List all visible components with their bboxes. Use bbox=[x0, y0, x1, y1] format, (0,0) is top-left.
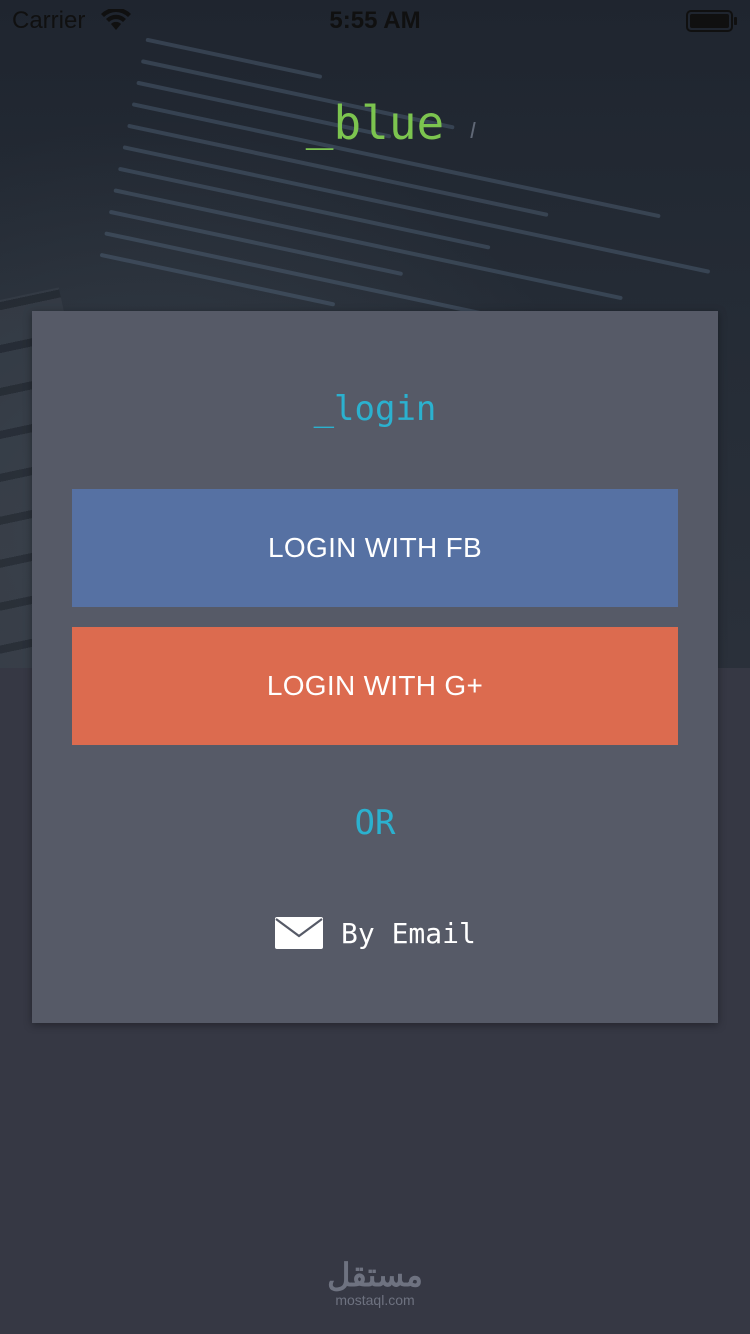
app-brand-title: _blue bbox=[305, 96, 445, 150]
status-time: 5:55 AM bbox=[329, 7, 421, 34]
login-email-button[interactable]: By Email bbox=[275, 915, 476, 951]
status-bar: Carrier 5:55 AM bbox=[0, 0, 750, 40]
login-email-label: By Email bbox=[341, 916, 476, 950]
login-card: _login LOGIN WITH FB LOGIN WITH G+ OR By… bbox=[32, 311, 718, 1023]
battery-icon bbox=[686, 10, 737, 32]
login-google-button[interactable]: LOGIN WITH G+ bbox=[72, 627, 678, 745]
watermark: مستقل mostaql.com bbox=[300, 1258, 450, 1308]
or-divider: OR bbox=[354, 803, 396, 843]
login-facebook-label: LOGIN WITH FB bbox=[268, 532, 482, 563]
login-google-label: LOGIN WITH G+ bbox=[266, 670, 484, 701]
watermark-url: mostaql.com bbox=[335, 1292, 415, 1308]
watermark-logo: مستقل bbox=[327, 1257, 423, 1293]
login-facebook-button[interactable]: LOGIN WITH FB bbox=[72, 489, 678, 607]
login-title: _login bbox=[313, 389, 437, 429]
mail-icon bbox=[275, 917, 323, 949]
